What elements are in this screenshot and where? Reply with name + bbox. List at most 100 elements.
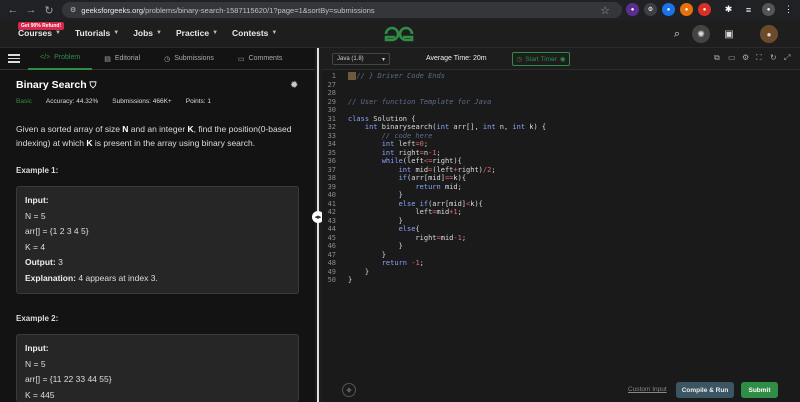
line-number: 37 (327, 165, 336, 174)
line-number: 36 (327, 157, 336, 165)
chevron-down-icon: ▼ (55, 30, 61, 36)
profile-avatar[interactable]: ● (762, 3, 775, 16)
code-line: 40 } (322, 191, 403, 200)
fullscreen-icon[interactable]: ⛶ (756, 53, 762, 63)
extension-icon[interactable]: ● (662, 3, 675, 16)
settings-icon[interactable]: ⚙ (742, 53, 749, 62)
example-line: N = 5 (25, 210, 46, 221)
menu-jobs[interactable]: Jobs ▼ (133, 28, 162, 38)
menu-label: Tutorials (74, 28, 111, 38)
tab-comments[interactable]: ▭ Comments (226, 48, 294, 70)
theme-toggle-icon[interactable]: ✺ (692, 25, 710, 43)
bookmark-star-icon[interactable]: ☆ (596, 1, 614, 19)
bookmark-icon[interactable]: ⛉ (90, 80, 97, 91)
code-line: 46 } (322, 242, 403, 251)
notifications-icon[interactable]: ▣ (720, 25, 738, 43)
extension-icon[interactable]: ● (680, 3, 693, 16)
code-text: else if(arr[mid]<k){ (398, 199, 483, 208)
extension-icon[interactable]: ● (626, 3, 639, 16)
line-number: 33 (327, 131, 336, 140)
lightbulb-icon[interactable]: ✧ (342, 383, 356, 397)
code-line: 32 int binarysearch(int arr[], int n, in… (322, 123, 547, 132)
problem-tabs: </> Problem ▤ Editorial ◷ Submissions ▭ Comm… (0, 48, 315, 70)
tab-search-icon[interactable]: ≡ (742, 3, 755, 16)
language-select[interactable]: Java (1.8) ▾ (332, 53, 390, 65)
input-label: Input: (25, 195, 49, 205)
extensions-puzzle-icon[interactable]: ✱ (722, 3, 735, 16)
line-number: 48 (327, 259, 336, 267)
output-label: Output: (25, 257, 56, 267)
search-icon[interactable]: ⌕ (668, 25, 686, 43)
copy-icon[interactable]: ⧉ (714, 53, 720, 63)
timer-icon: ◷ (516, 56, 523, 63)
code-line: 29 // User function Template for Java (322, 98, 492, 107)
browser-menu-icon[interactable]: ⋮ (782, 3, 795, 16)
example-line: arr[] = {11 22 33 44 55} (25, 374, 112, 384)
chevron-down-icon: ▼ (113, 30, 120, 36)
extension-icon[interactable]: ⚙ (644, 3, 657, 16)
menu-courses[interactable]: Courses ▼ (18, 28, 61, 38)
code-line: 49 } (322, 268, 370, 277)
tab-editorial[interactable]: ▤ Editorial (92, 48, 152, 70)
line-number: 44 (327, 225, 336, 233)
explanation-value: 4 appears at index 3. (78, 272, 158, 283)
tab-label: Comments (248, 55, 283, 62)
code-text: } (348, 242, 403, 250)
menu-practice[interactable]: Practice ▼ (176, 28, 218, 38)
code-editor[interactable]: 1 ▪▪// } Driver Code Ends 27 28 29 // User… (322, 72, 800, 372)
extension-icon[interactable]: ● (698, 3, 711, 16)
line-number: 30 (327, 106, 336, 114)
hamburger-menu-icon[interactable] (0, 54, 28, 63)
file-icon[interactable]: ▭ (728, 53, 736, 62)
output-row: Output: 3 (25, 255, 290, 271)
submit-button[interactable]: Submit (741, 382, 778, 398)
reset-icon[interactable]: ↻ (770, 53, 777, 62)
tab-submissions[interactable]: ◷ Submissions (152, 48, 226, 70)
code-text: } (348, 267, 370, 276)
problem-meta: Basic Accuracy: 44.32% Submissions: 466K… (16, 98, 211, 105)
line-number: 32 (327, 123, 336, 131)
line-number: 1 (331, 72, 336, 80)
expand-icon[interactable]: ⤢ (784, 53, 790, 63)
tab-problem[interactable]: </> Problem (28, 48, 93, 70)
code-line: 42 left=mid+1; (322, 208, 462, 217)
code-text: ▪▪// } Driver Code Ends (348, 72, 445, 80)
site-info-icon[interactable]: ⚙ (70, 6, 76, 14)
code-text: int right=n-1; (381, 148, 441, 157)
gfg-logo[interactable] (382, 24, 416, 44)
accuracy-stat: Accuracy: 44.32% (45, 98, 99, 105)
menu-label: Contests (232, 28, 269, 38)
reload-icon[interactable]: ↻ (40, 1, 58, 19)
menu-label: Practice (175, 28, 210, 38)
compile-run-button[interactable]: Compile & Run (676, 382, 734, 398)
code-text: } (348, 191, 403, 199)
line-number: 39 (327, 182, 336, 191)
example-line: arr[] = {1 2 3 4 5} (25, 226, 89, 236)
line-number: 41 (327, 199, 336, 208)
menu-tutorials[interactable]: Tutorials ▼ (75, 28, 119, 38)
problem-title-row: Binary Search ⛉ (16, 79, 96, 91)
code-line: 34 int left=0; (322, 140, 429, 149)
example-line: N = 5 (25, 358, 46, 369)
code-text: int mid=(left+right)/2; (398, 165, 496, 174)
chevron-down-icon: ▼ (156, 30, 162, 36)
pane-resizer[interactable]: ◂▸ (312, 48, 324, 402)
problem-pane: </> Problem ▤ Editorial ◷ Submissions ▭ Comm… (0, 48, 315, 402)
points-stat: Points: 1 (185, 98, 212, 105)
clock-icon: ◷ (164, 55, 171, 63)
forward-icon[interactable]: → (22, 1, 40, 19)
code-text: return mid; (415, 182, 462, 191)
example-2-box: Input: N = 5 arr[] = {11 22 33 44 55} K … (16, 334, 299, 402)
start-timer-button[interactable]: ◷ Start Timer ◉ (512, 52, 570, 66)
menu-contests[interactable]: Contests ▼ (232, 28, 277, 38)
report-bug-icon[interactable]: ✹ (290, 80, 298, 91)
code-line: 38 if(arr[mid]==k){ (322, 174, 466, 183)
custom-input-link[interactable]: Custom Input (628, 386, 667, 393)
language-label: Java (1.8) (337, 56, 364, 62)
desc-text: is present in the array using binary sea… (92, 138, 256, 148)
address-bar[interactable]: ⚙ geeksforgeeks.org/problems/binary-sear… (62, 2, 622, 18)
resizer-bar[interactable] (317, 48, 319, 402)
user-avatar[interactable]: ● (760, 25, 778, 43)
line-number: 34 (327, 140, 336, 148)
back-icon[interactable]: ← (4, 1, 22, 19)
